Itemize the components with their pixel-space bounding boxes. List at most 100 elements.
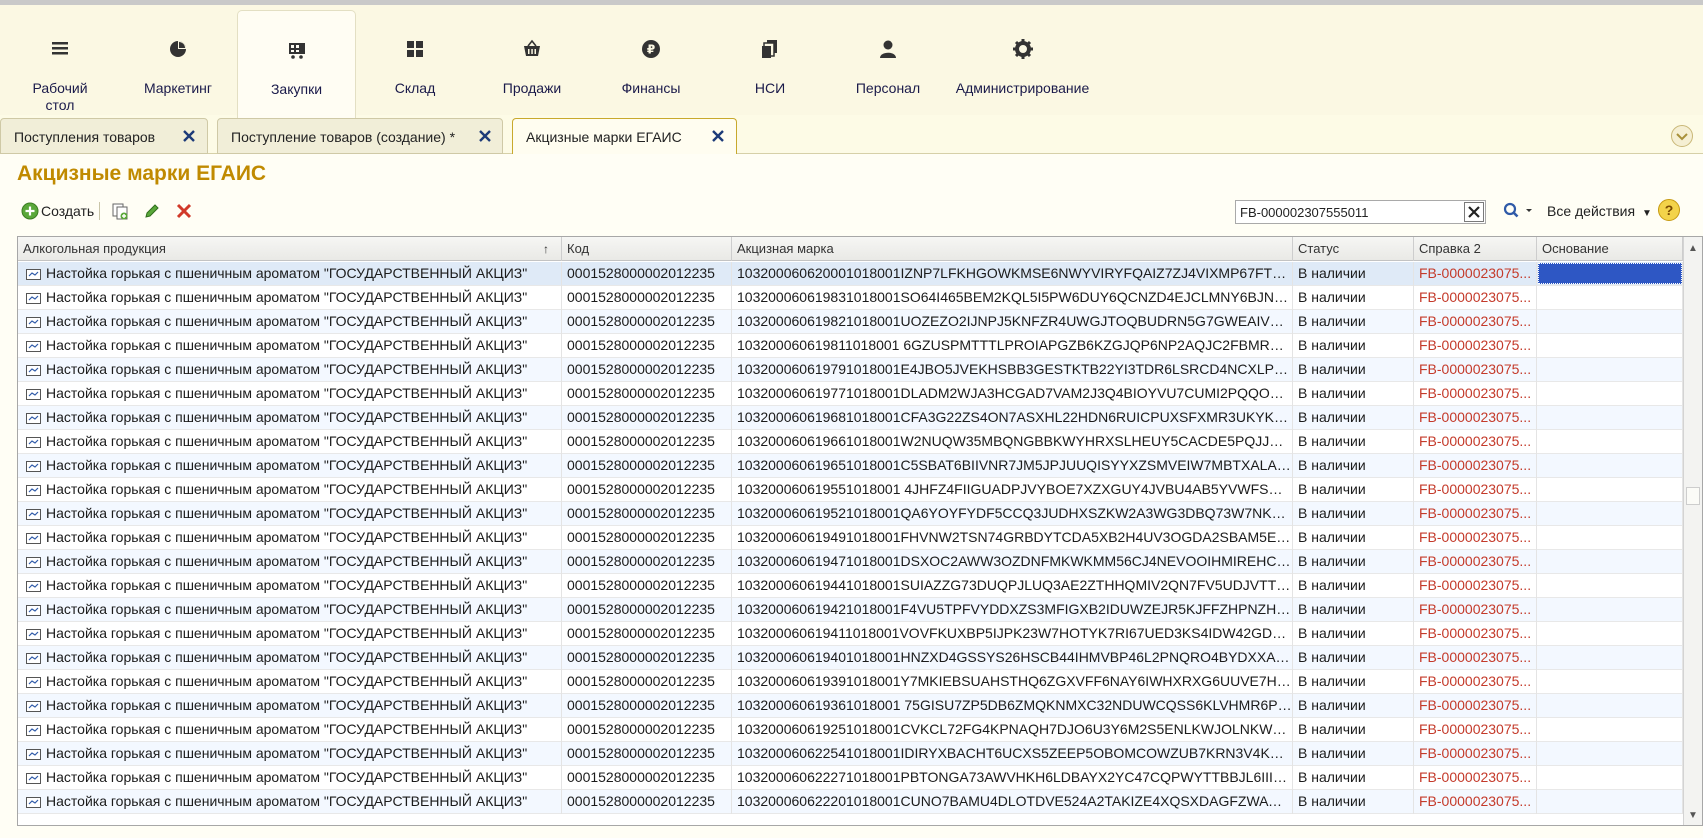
column-header-excise-mark[interactable]: Акцизная марка [732, 237, 1293, 261]
cell-excise-mark: 103200060619831018001SO64I465BEM2KQL5I5P… [732, 286, 1293, 310]
scroll-thumb[interactable] [1686, 487, 1700, 505]
delete-icon[interactable] [175, 202, 193, 220]
section-finance[interactable]: ₽ Финансы [601, 10, 701, 118]
cell-product: Настойка горькая с пшеничным ароматом "Г… [18, 598, 562, 622]
clear-search-button[interactable] [1464, 202, 1484, 222]
table-row[interactable]: Настойка горькая с пшеничным ароматом "Г… [18, 334, 1683, 358]
table-row[interactable]: Настойка горькая с пшеничным ароматом "Г… [18, 790, 1683, 814]
search-field[interactable]: FB-000002307555011 [1235, 200, 1486, 224]
close-icon[interactable] [182, 129, 196, 143]
cell-reference-2: FB-0000023075... [1414, 646, 1537, 670]
column-header-basis[interactable]: Основание [1537, 237, 1683, 261]
page-title: Акцизные марки ЕГАИС [17, 162, 267, 185]
section-warehouse[interactable]: Склад [365, 10, 465, 118]
sections-panel: Рабочий стол Маркетинг Закупки Склад Про… [0, 0, 1703, 118]
column-header-status[interactable]: Статус [1293, 237, 1414, 261]
cell-product: Настойка горькая с пшеничным ароматом "Г… [18, 718, 562, 742]
excise-marks-table[interactable]: Алкогольная продукция ↑ Код Акцизная мар… [17, 236, 1703, 826]
scroll-down-icon[interactable]: ▼ [1688, 810, 1698, 821]
column-header-reference-2[interactable]: Справка 2 [1414, 237, 1537, 261]
section-administration[interactable]: Администрирование [955, 10, 1090, 118]
table-row[interactable]: Настойка горькая с пшеничным ароматом "Г… [18, 454, 1683, 478]
create-button[interactable]: Создать [21, 200, 94, 222]
search-input[interactable]: FB-000002307555011 [1240, 205, 1368, 220]
cell-code: 0001528000002012235 [562, 694, 732, 718]
selected-cell[interactable] [1538, 263, 1682, 284]
copy-icon[interactable] [111, 202, 129, 220]
table-row[interactable]: Настойка горькая с пшеничным ароматом "Г… [18, 766, 1683, 790]
column-header-product[interactable]: Алкогольная продукция ↑ [18, 237, 562, 261]
cell-basis [1537, 526, 1683, 550]
table-row[interactable]: Настойка горькая с пшеничным ароматом "Г… [18, 310, 1683, 334]
cell-basis [1537, 478, 1683, 502]
table-row[interactable]: Настойка горькая с пшеничным ароматом "Г… [18, 406, 1683, 430]
close-icon [1468, 206, 1480, 218]
close-icon[interactable] [711, 129, 725, 143]
table-row[interactable]: Настойка горькая с пшеничным ароматом "Г… [18, 694, 1683, 718]
cell-product: Настойка горькая с пшеничным ароматом "Г… [18, 334, 562, 358]
tab-goods-receipts[interactable]: Поступления товаров [0, 118, 208, 154]
cell-reference-2: FB-0000023075... [1414, 622, 1537, 646]
documents-icon [762, 40, 777, 58]
collapse-panel-button[interactable] [1671, 125, 1693, 147]
command-bar: Создать FB-000002307555011 Все действия … [17, 198, 1697, 224]
cell-reference-2: FB-0000023075... [1414, 598, 1537, 622]
table-row[interactable]: Настойка горькая с пшеничным ароматом "Г… [18, 622, 1683, 646]
cell-code: 0001528000002012235 [562, 574, 732, 598]
section-purchases[interactable]: Закупки [237, 10, 356, 118]
cell-excise-mark: 103200060619771018001DLADM2WJA3HCGAD7VAM… [732, 382, 1293, 406]
column-header-code[interactable]: Код [562, 237, 732, 261]
section-label: Склад [394, 80, 436, 96]
section-desktop[interactable]: Рабочий стол [14, 10, 106, 118]
cell-status: В наличии [1293, 694, 1414, 718]
table-row[interactable]: Настойка горькая с пшеничным ароматом "Г… [18, 262, 1683, 286]
tab-goods-receipt-create[interactable]: Поступление товаров (создание) * [217, 118, 503, 154]
table-row[interactable]: Настойка горькая с пшеничным ароматом "Г… [18, 598, 1683, 622]
table-row[interactable]: Настойка горькая с пшеничным ароматом "Г… [18, 718, 1683, 742]
cell-excise-mark: 103200060619661018001W2NUQW35MBQNGBBKWYH… [732, 430, 1293, 454]
section-nsi[interactable]: НСИ [720, 10, 820, 118]
search-button[interactable] [1502, 200, 1538, 222]
table-row[interactable]: Настойка горькая с пшеничным ароматом "Г… [18, 478, 1683, 502]
table-row[interactable]: Настойка горькая с пшеничным ароматом "Г… [18, 526, 1683, 550]
edit-icon[interactable] [143, 202, 161, 220]
section-marketing[interactable]: Маркетинг [128, 10, 228, 118]
table-row[interactable]: Настойка горькая с пшеничным ароматом "Г… [18, 670, 1683, 694]
cell-product: Настойка горькая с пшеничным ароматом "Г… [18, 574, 562, 598]
table-row[interactable]: Настойка горькая с пшеничным ароматом "Г… [18, 358, 1683, 382]
table-row[interactable]: Настойка горькая с пшеничным ароматом "Г… [18, 502, 1683, 526]
form-content: Акцизные марки ЕГАИС Создать FB-00000230… [0, 154, 1703, 838]
help-button[interactable]: ? [1658, 199, 1680, 221]
cell-excise-mark: 103200060619651018001C5SBAT6BIIVNR7JM5JP… [732, 454, 1293, 478]
section-sales[interactable]: Продажи [482, 10, 582, 118]
cell-code: 0001528000002012235 [562, 526, 732, 550]
table-row[interactable]: Настойка горькая с пшеничным ароматом "Г… [18, 550, 1683, 574]
cell-product: Настойка горькая с пшеничным ароматом "Г… [18, 430, 562, 454]
all-actions-menu[interactable]: Все действия ▼ [1547, 203, 1652, 219]
cell-product: Настойка горькая с пшеничным ароматом "Г… [18, 382, 562, 406]
tab-excise-marks[interactable]: Акцизные марки ЕГАИС [512, 118, 737, 155]
section-personnel[interactable]: Персонал [838, 10, 938, 118]
cell-product: Настойка горькая с пшеничным ароматом "Г… [18, 478, 562, 502]
cell-product: Настойка горькая с пшеничным ароматом "Г… [18, 790, 562, 814]
cell-code: 0001528000002012235 [562, 646, 732, 670]
cell-reference-2: FB-0000023075... [1414, 790, 1537, 814]
cell-code: 0001528000002012235 [562, 454, 732, 478]
table-row[interactable]: Настойка горькая с пшеничным ароматом "Г… [18, 382, 1683, 406]
table-row[interactable]: Настойка горькая с пшеничным ароматом "Г… [18, 742, 1683, 766]
vertical-scrollbar[interactable]: ▲ ▼ [1683, 237, 1702, 825]
cell-product: Настойка горькая с пшеничным ароматом "Г… [18, 310, 562, 334]
close-icon[interactable] [478, 129, 492, 143]
tab-label: Акцизные марки ЕГАИС [526, 129, 682, 145]
scroll-up-icon[interactable]: ▲ [1688, 243, 1698, 254]
cell-reference-2: FB-0000023075... [1414, 454, 1537, 478]
table-row[interactable]: Настойка горькая с пшеничным ароматом "Г… [18, 574, 1683, 598]
cart-icon [288, 43, 305, 59]
table-row[interactable]: Настойка горькая с пшеничным ароматом "Г… [18, 430, 1683, 454]
cell-code: 0001528000002012235 [562, 406, 732, 430]
table-row[interactable]: Настойка горькая с пшеничным ароматом "Г… [18, 286, 1683, 310]
table-row[interactable]: Настойка горькая с пшеничным ароматом "Г… [18, 646, 1683, 670]
cell-basis [1537, 694, 1683, 718]
cell-status: В наличии [1293, 622, 1414, 646]
cell-basis [1537, 742, 1683, 766]
